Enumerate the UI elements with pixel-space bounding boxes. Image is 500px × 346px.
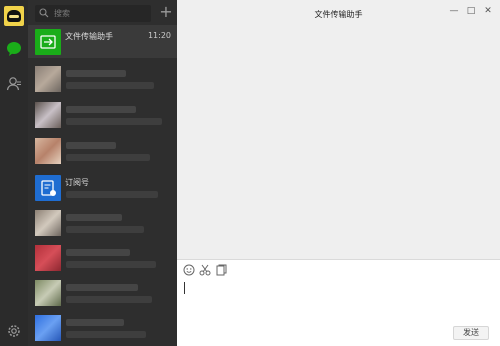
conversation-name: 文件传输助手: [65, 32, 113, 41]
conversation-list: 搜索 + 文件传输助手 11:20 订阅号: [28, 0, 177, 346]
conversation-item-file-transfer[interactable]: 文件传输助手 11:20: [28, 25, 177, 58]
search-icon: [39, 8, 49, 18]
blurred-message: [66, 296, 152, 303]
avatar-eyes: [9, 15, 19, 18]
message-area: [177, 0, 500, 259]
chat-icon[interactable]: [6, 41, 22, 57]
conversation-time: 11:20: [147, 31, 171, 40]
avatar: [35, 138, 61, 164]
blurred-message: [66, 191, 158, 198]
conversation-item[interactable]: [28, 62, 177, 95]
contacts-icon[interactable]: [6, 76, 22, 92]
blurred-name: [66, 214, 122, 221]
search-placeholder: 搜索: [54, 9, 70, 18]
avatar: [35, 245, 61, 271]
blurred-name: [66, 106, 136, 113]
avatar: [35, 66, 61, 92]
conversation-item[interactable]: [28, 311, 177, 344]
folder-icon[interactable]: [215, 264, 227, 276]
file-transfer-icon: [35, 29, 61, 55]
conversation-item[interactable]: [28, 134, 177, 167]
user-avatar[interactable]: [4, 6, 24, 26]
nav-rail: [0, 0, 28, 346]
search-input[interactable]: 搜索: [35, 5, 151, 22]
blurred-name: [66, 142, 116, 149]
conversation-item[interactable]: [28, 206, 177, 239]
blurred-message: [66, 331, 146, 338]
conversation-item[interactable]: [28, 98, 177, 131]
subscription-icon: [35, 175, 61, 201]
avatar: [35, 315, 61, 341]
blurred-message: [66, 154, 150, 161]
conversation-item[interactable]: [28, 241, 177, 274]
message-input[interactable]: [184, 282, 185, 294]
blurred-message: [66, 82, 154, 89]
blurred-name: [66, 70, 126, 77]
blurred-name: [66, 249, 130, 256]
blurred-name: [66, 284, 138, 291]
add-button[interactable]: +: [159, 3, 173, 21]
minimize-button[interactable]: —: [448, 5, 460, 17]
send-button[interactable]: 发送: [453, 326, 489, 340]
maximize-button[interactable]: □: [465, 5, 477, 17]
settings-icon[interactable]: [6, 323, 22, 339]
blurred-name: [66, 319, 124, 326]
blurred-message: [66, 118, 162, 125]
avatar: [35, 210, 61, 236]
avatar: [35, 102, 61, 128]
conversation-item-subscriptions[interactable]: 订阅号: [28, 171, 177, 204]
chat-panel: 文件传输助手 — □ ✕ 发送: [177, 0, 500, 346]
blurred-message: [66, 226, 144, 233]
blurred-message: [66, 261, 156, 268]
close-button[interactable]: ✕: [482, 5, 494, 17]
conversation-name: 订阅号: [65, 178, 89, 187]
avatar: [35, 280, 61, 306]
scissors-icon[interactable]: [199, 264, 211, 276]
emoji-icon[interactable]: [183, 264, 195, 276]
conversation-item[interactable]: [28, 276, 177, 309]
composer-divider: [177, 259, 500, 260]
